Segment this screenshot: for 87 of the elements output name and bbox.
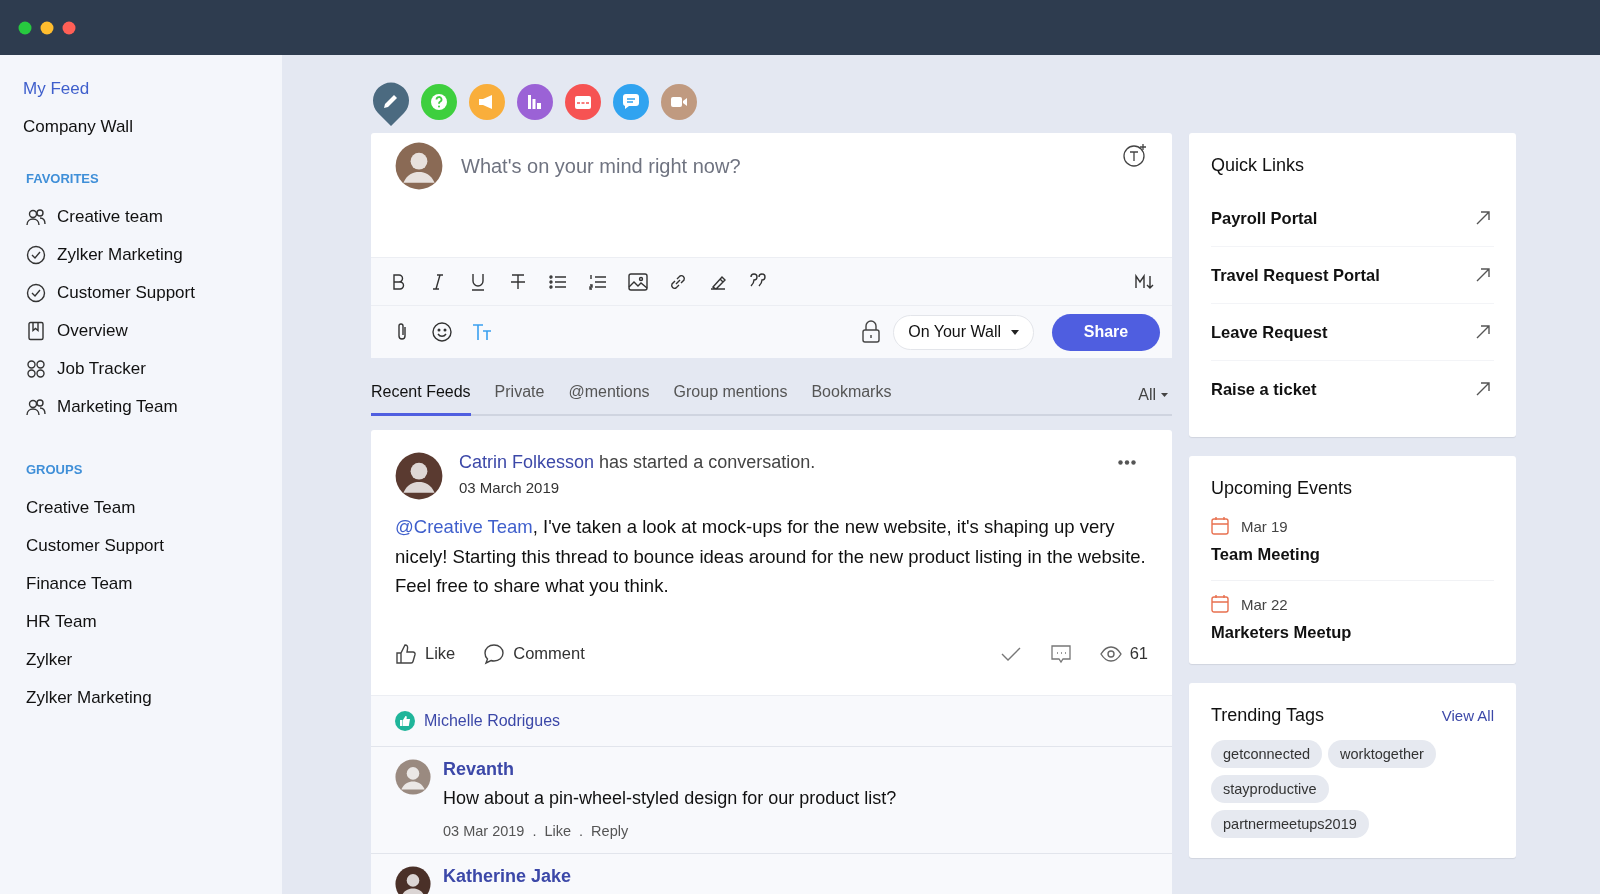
view-count: 61 [1099,644,1148,663]
filter-dropdown[interactable]: All [1134,386,1172,414]
separator: . [579,822,584,839]
tag-chip[interactable]: getconnected [1211,740,1323,768]
card-title: Quick Links [1211,154,1306,177]
check-circle-icon [26,283,46,303]
share-button[interactable]: Share [1052,313,1160,351]
card-title: Trending Tags [1211,704,1325,727]
calendar-icon [1211,595,1229,613]
check-icon[interactable] [999,645,1022,662]
external-link-icon[interactable] [1476,211,1490,225]
card-title: Upcoming Events [1211,477,1354,500]
section-heading: FAVORITES [25,171,100,186]
pencil-icon[interactable] [371,82,411,128]
image-icon[interactable] [627,270,649,293]
tag-chip[interactable]: worktogether [1328,740,1436,768]
message-icon[interactable] [1049,643,1072,664]
external-link-icon[interactable] [1476,325,1490,339]
mention-link[interactable]: @Creative Team [395,516,533,537]
post-body: @Creative Team, I've taken a look at mock-ups for the new website, it's shaping up very nicely! Starting this thread to bounce ideas around for the new product listing in the website. Feel free to share what you think. [395,515,1147,598]
tag-chip[interactable]: partnermeetups2019 [1211,810,1369,838]
feed-tab[interactable]: Group mentions [673,383,788,416]
quick-link[interactable]: Payroll Portal [1211,208,1318,228]
sidebar-item[interactable]: Customer Support [26,536,164,556]
event-title[interactable]: Team Meeting [1211,545,1494,564]
more-icon[interactable] [1118,460,1136,465]
sidebar-item[interactable]: Job Tracker [57,359,146,379]
feed-tab[interactable]: Recent Feeds [371,383,471,416]
circles-grid-icon [26,359,46,379]
sidebar-item[interactable]: Company Wall [23,115,133,139]
calendar-icon [1211,517,1229,535]
post-input[interactable]: What's on your mind right now? [459,154,1106,179]
window-controls-icon[interactable] [18,20,78,35]
event-date: Mar 19 [1241,517,1288,535]
sidebar-item[interactable]: Creative Team [26,498,136,518]
user-avatar [395,142,443,190]
event-title[interactable]: Marketers Meetup [1211,623,1494,642]
separator: . [532,822,537,839]
sidebar-item[interactable]: Zylker Marketing [26,688,152,708]
comment-action-link[interactable]: Like [544,822,572,839]
sidebar-item[interactable]: HR Team [26,612,97,632]
text-add-icon[interactable] [1122,142,1144,164]
tag-chip[interactable]: stayproductive [1211,775,1329,803]
post-headline: Catrin Folkesson has started a conversation. [459,452,817,473]
feed-tab[interactable]: @mentions [568,383,650,416]
quick-link[interactable]: Leave Request [1211,322,1328,342]
caret-icon [1161,393,1168,397]
external-link-icon[interactable] [1476,268,1490,282]
author-avatar [395,452,443,500]
comment-text: How about a pin-wheel-styled design for our product list? [443,787,897,809]
commenter-avatar [395,758,431,795]
sidebar-item[interactable]: Overview [57,321,128,341]
check-circle-icon [26,245,46,265]
comment-date: 03 Mar 2019 [443,822,525,839]
feed-tab[interactable]: Private [494,383,545,416]
like-button[interactable]: Like [395,642,456,665]
section-heading: GROUPS [25,462,84,477]
like-badge-icon [395,710,415,731]
sidebar-item[interactable]: Customer Support [57,283,195,303]
visibility-dropdown[interactable]: On Your Wall [893,314,1034,350]
emoji-icon[interactable] [431,321,453,343]
sidebar-item[interactable]: Creative team [57,207,163,227]
lock-icon [861,320,882,344]
sidebar-item[interactable]: Zylker [26,650,73,670]
caret-icon [1011,329,1019,335]
comment-button[interactable]: Comment [483,642,585,665]
sidebar-item[interactable]: My Feed [23,77,90,101]
commenter-link[interactable]: Katherine Jake [443,865,572,886]
feed-tab[interactable]: Bookmarks [811,383,892,416]
sidebar-item[interactable]: Marketing Team [57,397,178,417]
post-date: 03 March 2019 [459,479,561,496]
speech-bubble-icon [483,642,506,665]
external-link-icon[interactable] [1476,382,1490,396]
author-link[interactable]: Catrin Folkesson [459,452,595,472]
notebook-icon [26,321,46,341]
quick-link[interactable]: Travel Request Portal [1211,265,1380,285]
sidebar-item[interactable]: Finance Team [26,574,133,594]
group-icon [26,207,46,227]
group-icon [26,397,46,417]
sidebar-item[interactable]: Zylker Marketing [57,245,183,265]
thumbs-up-icon [395,642,417,665]
view-all-link[interactable]: View All [1441,707,1494,724]
commenter-link[interactable]: Revanth [443,758,514,779]
user-link[interactable]: Michelle Rodrigues [424,711,561,730]
comment-action-link[interactable]: Reply [591,822,629,839]
quick-link[interactable]: Raise a ticket [1211,379,1317,399]
event-date: Mar 22 [1241,595,1288,613]
